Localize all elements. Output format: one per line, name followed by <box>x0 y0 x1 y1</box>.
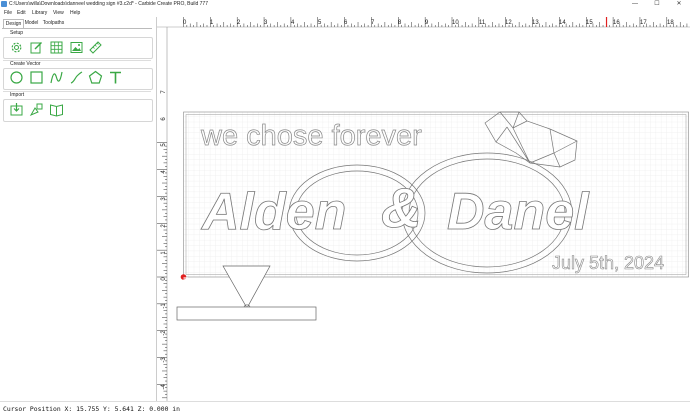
image-icon[interactable] <box>69 40 84 55</box>
gear-icon[interactable] <box>9 40 24 55</box>
ruler-label-h: 15 <box>586 20 593 26</box>
ruler-label-h: 14 <box>559 20 566 26</box>
component-icon[interactable] <box>29 102 44 117</box>
sign-date[interactable]: July 5th, 2024 <box>552 253 665 274</box>
design-canvas[interactable]: 0 1 2 3 4 5 6 7 8 9 10 11 12 13 14 15 16… <box>157 17 690 401</box>
ruler-label-v: -3 <box>161 357 167 363</box>
v-bit-tool-preview <box>222 265 271 309</box>
tab-toolpaths[interactable]: Toolpaths <box>41 19 66 28</box>
tab-divider <box>2 28 152 29</box>
ruler-label-h: 11 <box>479 20 486 26</box>
sign-name-alden[interactable]: Alden <box>200 183 347 242</box>
ruler-label-v: -4 <box>161 384 167 390</box>
rectangle-icon[interactable] <box>29 70 44 85</box>
design-panel: Design Model Toolpaths Setup Create Vect… <box>0 17 157 401</box>
create-vector-section-label: Create Vector <box>10 61 41 67</box>
ruler-label-h: 13 <box>532 20 539 26</box>
ruler-label-h: 16 <box>613 20 620 26</box>
minimize-button[interactable]: — <box>624 0 646 9</box>
menu-file[interactable]: File <box>4 9 12 17</box>
section-separator <box>3 91 151 92</box>
ruler-label-v: -1 <box>161 303 167 309</box>
ruler-icon[interactable] <box>88 40 103 55</box>
library-icon[interactable] <box>49 102 64 117</box>
cursor-position-readout: Cursor Position X: 15.755 Y: 5.641 Z: 0.… <box>3 405 180 413</box>
menu-view[interactable]: View <box>53 9 64 17</box>
maximize-button[interactable]: ☐ <box>646 0 668 9</box>
app-icon <box>1 1 7 7</box>
grid-icon[interactable] <box>49 40 64 55</box>
import-icon[interactable] <box>9 102 24 117</box>
menu-edit[interactable]: Edit <box>17 9 26 17</box>
import-section-label: Import <box>10 92 25 98</box>
vertical-ruler <box>157 27 167 401</box>
curve-icon[interactable] <box>49 70 64 85</box>
ruler-label-v: -2 <box>161 330 167 336</box>
polyline-icon[interactable] <box>69 70 84 85</box>
sign-name-danel[interactable]: Danel <box>447 183 591 242</box>
ruler-label-h: 17 <box>640 20 647 26</box>
status-bar: Cursor Position X: 15.755 Y: 5.641 Z: 0.… <box>0 401 690 415</box>
ruler-label-h: 18 <box>667 20 674 26</box>
sign-line-we-chose-forever[interactable]: we chose forever <box>200 120 423 153</box>
import-section <box>3 99 153 122</box>
window-title: C:\Users\willa\Downloads\danneel wedding… <box>9 1 208 7</box>
edit-icon[interactable] <box>29 40 44 55</box>
menu-bar: File Edit Library View Help <box>0 9 690 17</box>
tool-holder-preview <box>176 306 317 321</box>
ruler-label-h: 12 <box>505 20 512 26</box>
circle-icon[interactable] <box>9 70 24 85</box>
tab-model[interactable]: Model <box>23 19 40 28</box>
setup-section-label: Setup <box>10 30 24 36</box>
text-icon[interactable] <box>108 70 123 85</box>
close-button[interactable]: ✕ <box>668 0 690 9</box>
title-bar: C:\Users\willa\Downloads\danneel wedding… <box>0 0 690 9</box>
polygon-icon[interactable] <box>88 70 103 85</box>
menu-help[interactable]: Help <box>70 9 80 17</box>
menu-library[interactable]: Library <box>32 9 47 17</box>
sign-ampersand[interactable]: & <box>381 176 422 240</box>
ruler-label-h: 10 <box>452 20 459 26</box>
